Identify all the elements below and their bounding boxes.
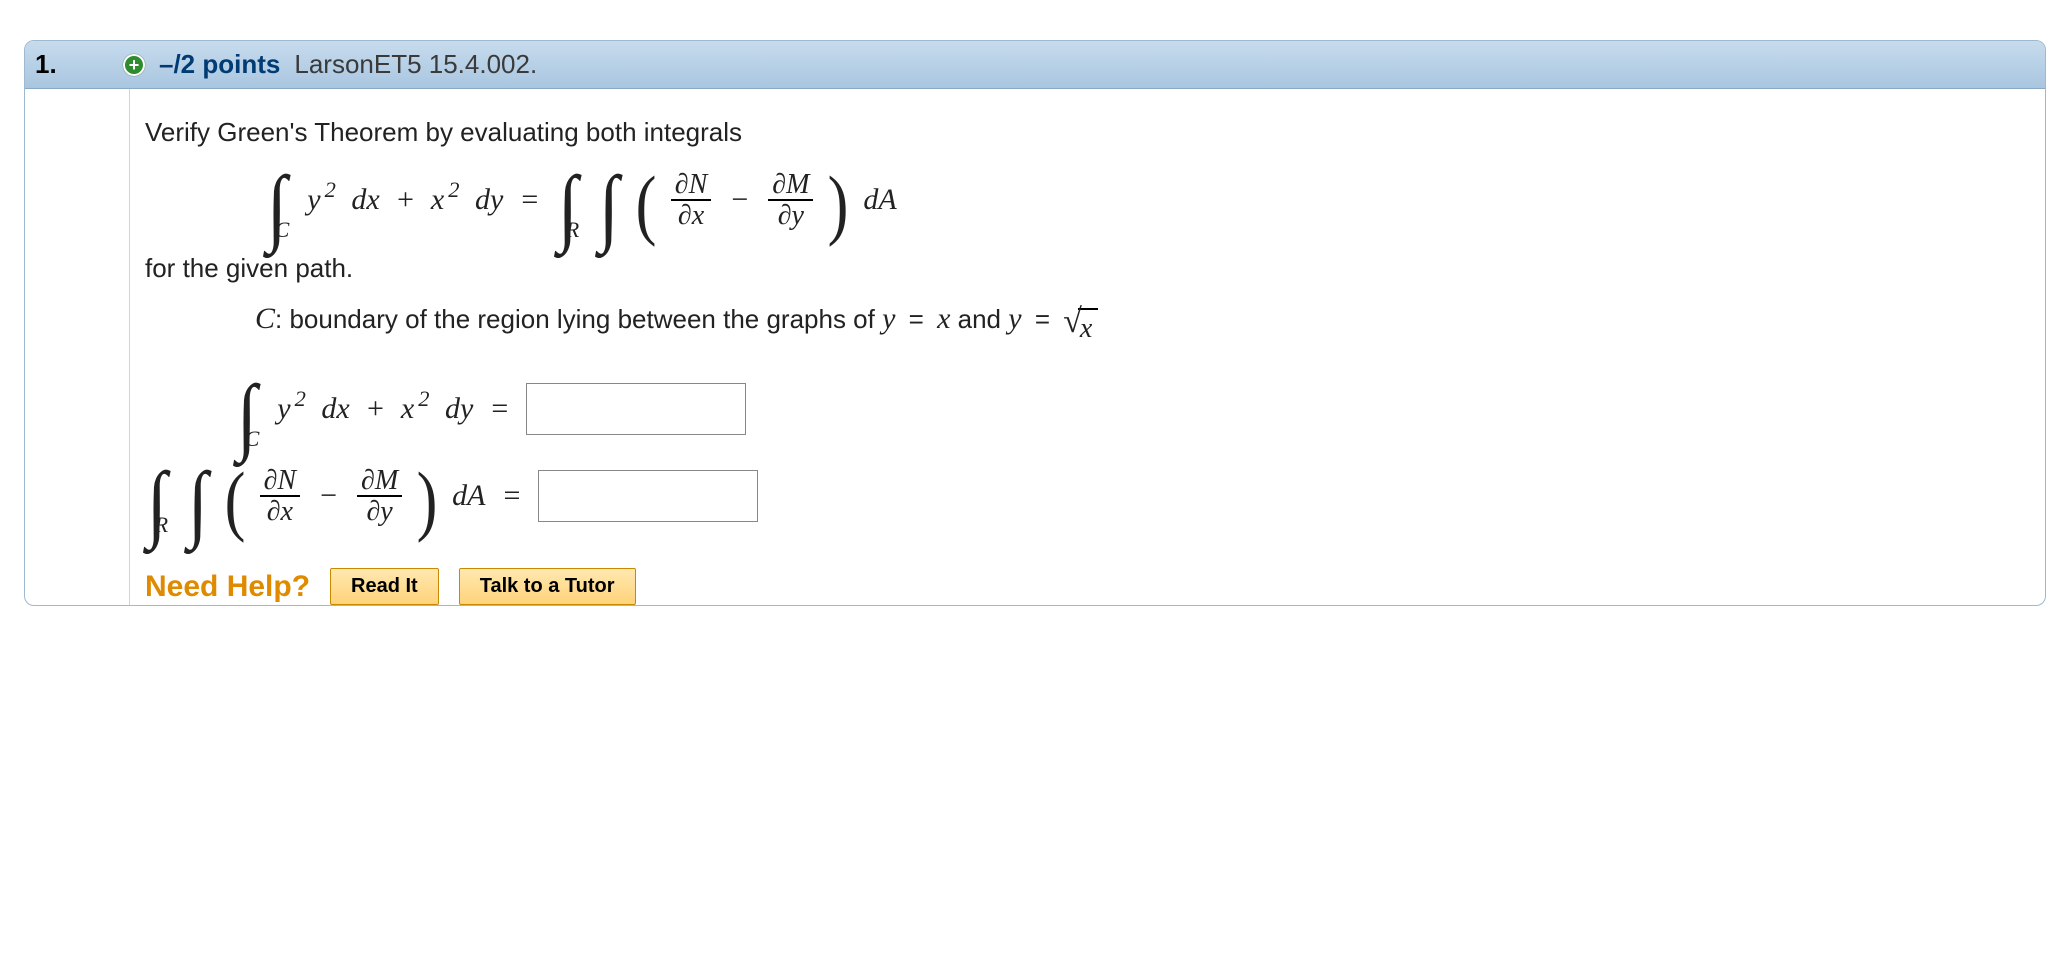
answer-line-1: ∫ C y2 dx + x2 dy = — [145, 375, 2027, 444]
equals: = — [515, 183, 544, 217]
dx: dx — [351, 183, 379, 217]
answer-input-1[interactable] — [526, 383, 746, 435]
dy-den: ∂y — [362, 497, 396, 526]
answer-input-2[interactable] — [538, 470, 758, 522]
lparen-icon: ( — [635, 173, 656, 235]
eq2-lhs: y — [1008, 302, 1021, 335]
path-description: C: boundary of the region lying between … — [145, 302, 2027, 345]
integral-sub-C: C — [245, 426, 260, 452]
integral-R2: ∫ — [597, 166, 621, 235]
integral-R1: ∫ R — [145, 462, 174, 531]
dy: dy — [475, 183, 503, 217]
equals: = — [497, 479, 526, 513]
frac-dNdx-2: ∂N ∂x — [260, 466, 301, 527]
equals: = — [903, 304, 930, 334]
path-text: : boundary of the region lying between t… — [275, 304, 882, 334]
var-x: x — [401, 392, 414, 426]
dM: ∂M — [768, 170, 813, 201]
var-y: y — [307, 183, 320, 217]
integral-sub-R: R — [566, 217, 579, 243]
dx-den: ∂x — [263, 497, 297, 526]
main-equation: ∫ C y2 dx + x2 dy = ∫ R ∫ — [145, 166, 2027, 235]
dM: ∂M — [357, 466, 402, 497]
integral-C: ∫ C — [235, 375, 265, 444]
minus: − — [723, 183, 756, 217]
dN: ∂N — [260, 466, 301, 497]
sqrt: √ x — [1063, 308, 1098, 345]
and: and — [958, 304, 1009, 334]
integral-R2: ∫ — [186, 462, 210, 531]
integral-R1: ∫ R — [556, 166, 585, 235]
integral-sub-R: R — [155, 512, 168, 538]
read-it-button[interactable]: Read It — [330, 568, 439, 605]
plus: + — [365, 392, 385, 426]
var-x: x — [431, 183, 444, 217]
question-source: LarsonET5 15.4.002. — [294, 49, 537, 80]
dx: dx — [321, 392, 349, 426]
integral-sub-C: C — [275, 217, 290, 243]
frac-dMdy-2: ∂M ∂y — [357, 466, 402, 527]
question-prompt: Verify Green's Theorem by evaluating bot… — [145, 117, 2027, 148]
eq1-lhs: y — [882, 302, 895, 335]
lhs-expr: y2 dx + x2 dy — [307, 183, 503, 217]
points-label: –/2 points — [159, 49, 280, 80]
exp-2: 2 — [325, 177, 336, 203]
question-body: Verify Green's Theorem by evaluating bot… — [25, 89, 2045, 605]
lhs-expr-2: y2 dx + x2 dy — [277, 392, 473, 426]
dy: dy — [445, 392, 473, 426]
talk-to-tutor-button[interactable]: Talk to a Tutor — [459, 568, 636, 605]
lparen-icon: ( — [224, 469, 245, 531]
rparen-icon: ) — [417, 469, 438, 531]
exp-2b: 2 — [448, 177, 459, 203]
expand-icon[interactable]: + — [123, 54, 145, 76]
integral-C: ∫ C — [265, 166, 295, 235]
frac-dNdx: ∂N ∂x — [671, 170, 712, 231]
eq1-rhs: x — [937, 302, 950, 335]
integral-icon: ∫ — [188, 468, 208, 537]
dx-den: ∂x — [674, 201, 708, 230]
need-help-row: Need Help? Read It Talk to a Tutor — [145, 568, 2027, 605]
dy-den: ∂y — [774, 201, 808, 230]
equals: = — [1029, 304, 1056, 334]
answer-line-2: ∫ R ∫ ( ∂N ∂x − ∂M ∂y ) dA = — [145, 462, 2027, 531]
question-header: 1. + –/2 points LarsonET5 15.4.002. — [25, 41, 2045, 89]
question-card: 1. + –/2 points LarsonET5 15.4.002. Veri… — [24, 40, 2046, 606]
exp-2b: 2 — [418, 386, 429, 412]
rparen-icon: ) — [828, 173, 849, 235]
need-help-label: Need Help? — [145, 570, 310, 604]
plus: + — [395, 183, 415, 217]
for-path: for the given path. — [145, 253, 2027, 284]
question-number: 1. — [35, 49, 75, 80]
frac-dMdy: ∂M ∂y — [768, 170, 813, 231]
dA: dA — [863, 183, 896, 217]
minus: − — [312, 479, 345, 513]
integral-icon: ∫ — [599, 172, 619, 241]
dA: dA — [452, 479, 485, 513]
radical-icon: √ — [1063, 312, 1082, 332]
var-y: y — [277, 392, 290, 426]
equals: = — [485, 392, 514, 426]
dN: ∂N — [671, 170, 712, 201]
exp-2: 2 — [295, 386, 306, 412]
path-C: C — [255, 302, 275, 335]
